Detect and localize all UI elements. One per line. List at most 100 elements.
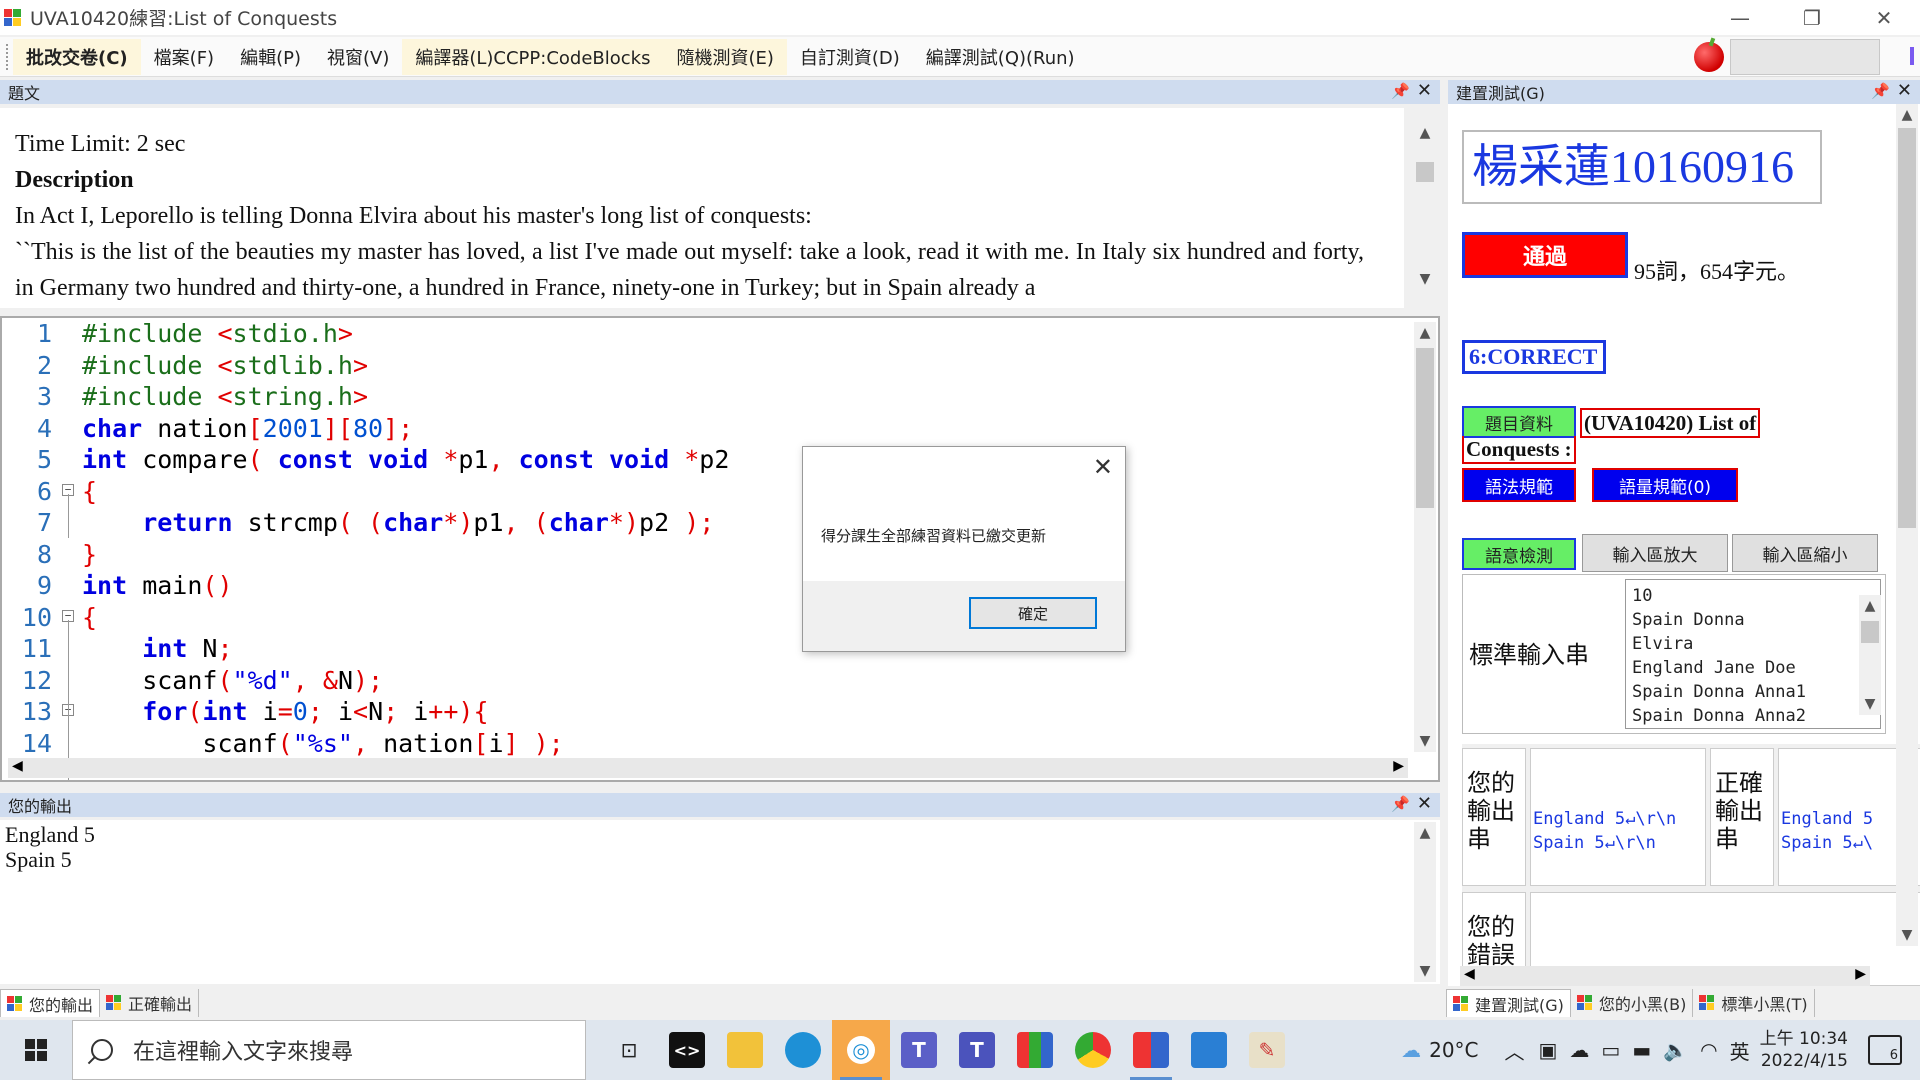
- ime-indicator[interactable]: 英: [1730, 1036, 1750, 1065]
- tab-build-test[interactable]: 建置測試(G): [1446, 989, 1571, 1017]
- task-view-icon[interactable]: ⊡: [600, 1020, 658, 1080]
- toolbar-input-box[interactable]: [1730, 39, 1880, 75]
- close-icon[interactable]: ✕: [1417, 793, 1432, 814]
- dialog-footer: 確定: [803, 581, 1125, 651]
- scroll-thumb[interactable]: [1416, 162, 1434, 182]
- scroll-right-icon[interactable]: ▶: [1393, 758, 1404, 774]
- scroll-up-icon[interactable]: ▲: [1896, 104, 1918, 126]
- code-text: #include <stdio.h>: [82, 319, 353, 348]
- syntax-rules-button[interactable]: 語法規範: [1462, 468, 1576, 502]
- scroll-up-icon[interactable]: ▲: [1859, 595, 1881, 617]
- app-orange-icon[interactable]: ◎: [832, 1020, 890, 1080]
- scroll-up-icon[interactable]: ▲: [1414, 322, 1436, 344]
- menu-grip: [6, 43, 9, 70]
- notification-icon[interactable]: 6: [1868, 1035, 1902, 1065]
- standard-input-box[interactable]: 10 Spain Donna Elvira England Jane Doe S…: [1625, 579, 1881, 729]
- battery-icon[interactable]: ▬: [1632, 1038, 1651, 1062]
- code-text: }: [82, 539, 98, 569]
- shrink-input-button[interactable]: 輸入區縮小: [1732, 534, 1878, 572]
- scroll-right-icon[interactable]: ▶: [1855, 966, 1866, 982]
- weather-temp[interactable]: 20°C: [1429, 1038, 1478, 1062]
- right-panel-hscrollbar[interactable]: ◀ ▶: [1460, 966, 1870, 986]
- close-icon[interactable]: ✕: [1897, 80, 1912, 101]
- output-scrollbar[interactable]: ▲ ▼: [1414, 822, 1436, 982]
- active-app-icon[interactable]: [1122, 1020, 1180, 1080]
- chrome-icon[interactable]: [1064, 1020, 1122, 1080]
- scroll-thumb[interactable]: [1898, 128, 1916, 528]
- scroll-left-icon[interactable]: ◀: [1464, 966, 1475, 982]
- semantic-check-button[interactable]: 語意檢測: [1462, 538, 1576, 570]
- teams-icon[interactable]: T: [890, 1020, 948, 1080]
- display-icon[interactable]: ▭: [1601, 1038, 1620, 1062]
- taskbar-search[interactable]: 在這裡輸入文字來搜尋: [72, 1020, 586, 1080]
- apple-icon[interactable]: [1694, 42, 1724, 72]
- app-icon: [7, 995, 23, 1012]
- editor-scrollbar[interactable]: ▲ ▼: [1414, 322, 1436, 752]
- pin-icon[interactable]: 📌: [1391, 795, 1410, 813]
- pass-status-button[interactable]: 通過: [1462, 232, 1628, 278]
- code-line: 10−{: [2, 602, 1412, 634]
- scroll-thumb[interactable]: [1416, 348, 1434, 508]
- tab-your-blackbox[interactable]: 您的小黑(B): [1571, 989, 1694, 1017]
- dialog-ok-button[interactable]: 確定: [969, 597, 1097, 629]
- problem-info-button[interactable]: 題目資料: [1462, 406, 1576, 438]
- tray-app-icon[interactable]: ▣: [1539, 1038, 1558, 1062]
- line-number: 13: [21, 697, 52, 726]
- menu-compile-run[interactable]: 編譯測試(Q)(Run): [913, 39, 1088, 75]
- pin-icon[interactable]: 📌: [1871, 82, 1890, 100]
- right-panel-scrollbar[interactable]: ▲ ▼: [1896, 104, 1918, 946]
- scroll-left-icon[interactable]: ◀: [12, 758, 23, 774]
- menu-edit[interactable]: 編輯(P): [227, 39, 314, 75]
- close-button[interactable]: ✕: [1848, 0, 1920, 35]
- fold-guide: [68, 494, 69, 538]
- enlarge-input-button[interactable]: 輸入區放大: [1582, 534, 1728, 572]
- editor-hscrollbar[interactable]: ◀ ▶: [8, 758, 1408, 778]
- scroll-down-icon[interactable]: ▼: [1896, 924, 1918, 946]
- scroll-down-icon[interactable]: ▼: [1414, 730, 1436, 752]
- weather-icon[interactable]: ☁: [1401, 1038, 1421, 1062]
- tab-standard-blackbox[interactable]: 標準小黑(T): [1693, 989, 1815, 1017]
- menu-custom-testdata[interactable]: 自訂測資(D): [787, 39, 913, 75]
- code-line: 6−{: [2, 476, 1412, 508]
- edge-icon[interactable]: [774, 1020, 832, 1080]
- scroll-thumb[interactable]: [1861, 621, 1879, 643]
- codeblocks-icon[interactable]: <>: [658, 1020, 716, 1080]
- scroll-up-icon[interactable]: ▲: [1414, 122, 1436, 144]
- file-explorer-icon[interactable]: [716, 1020, 774, 1080]
- minimize-button[interactable]: —: [1704, 0, 1776, 35]
- menu-file[interactable]: 檔案(F): [141, 39, 227, 75]
- photos-icon[interactable]: [1180, 1020, 1238, 1080]
- teams-chat-icon[interactable]: T: [948, 1020, 1006, 1080]
- restore-button[interactable]: ❐: [1776, 0, 1848, 35]
- start-button[interactable]: [0, 1020, 72, 1080]
- pin-icon[interactable]: 📌: [1391, 82, 1410, 100]
- line-number: 4: [36, 413, 52, 443]
- scroll-up-icon[interactable]: ▲: [1414, 822, 1436, 844]
- code-line: 11 int N;: [2, 633, 1412, 665]
- menu-submit[interactable]: 批改交卷(C): [13, 38, 141, 75]
- menu-view[interactable]: 視窗(V): [314, 39, 402, 75]
- time-limit: Time Limit: 2 sec: [15, 131, 186, 157]
- dialog-close-icon[interactable]: ✕: [1093, 453, 1113, 481]
- scroll-down-icon[interactable]: ▼: [1414, 960, 1436, 982]
- build-test-panel: 楊采蓮10160916 通過 95詞，654字元。 6:CORRECT 題目資料…: [1448, 104, 1920, 986]
- menu-compiler[interactable]: 編譯器(L)CCPP:CodeBlocks: [402, 38, 664, 75]
- code-editor[interactable]: 1 #include <stdio.h> 2 #include <stdlib.h>…: [0, 316, 1440, 782]
- tab-your-output[interactable]: 您的輸出: [0, 989, 101, 1017]
- close-icon[interactable]: ✕: [1417, 80, 1432, 101]
- chevron-up-icon[interactable]: ︿: [1505, 1036, 1525, 1065]
- tab-correct-output[interactable]: 正確輸出: [100, 989, 200, 1017]
- cloud-icon[interactable]: ☁: [1569, 1038, 1589, 1062]
- scroll-down-icon[interactable]: ▼: [1859, 693, 1881, 715]
- problem-scrollbar[interactable]: ▲ ▼: [1414, 122, 1436, 290]
- scroll-down-icon[interactable]: ▼: [1414, 268, 1436, 290]
- app-colorful-icon[interactable]: [1006, 1020, 1064, 1080]
- wifi-icon[interactable]: ◠: [1700, 1038, 1717, 1062]
- paint-icon[interactable]: ✎: [1238, 1020, 1296, 1080]
- volume-icon[interactable]: 🔈: [1663, 1038, 1688, 1062]
- line-number: 1: [36, 319, 52, 348]
- input-scrollbar[interactable]: ▲ ▼: [1859, 595, 1881, 715]
- menu-random-testdata[interactable]: 隨機測資(E): [663, 38, 787, 75]
- lexicon-rules-button[interactable]: 語量規範(0): [1592, 468, 1738, 502]
- clock[interactable]: 上午 10:34 2022/4/15: [1760, 1028, 1848, 1072]
